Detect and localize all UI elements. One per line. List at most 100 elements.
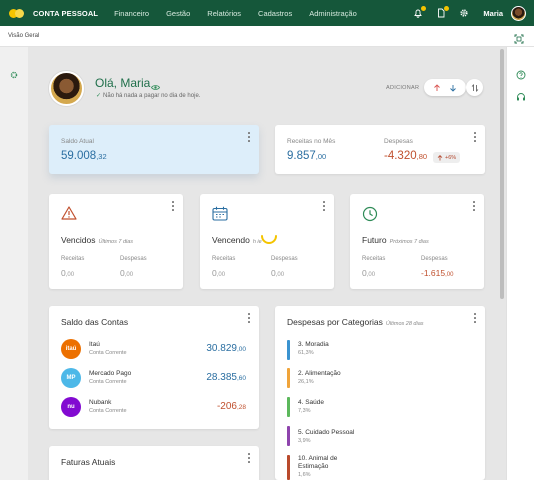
nav-gestao[interactable]: Gestão [166,9,190,18]
check-icon: ✓ [96,93,102,99]
despesas-label: Despesas [384,138,413,145]
account-type: Conta Corrente [89,379,127,385]
mercado-pago-logo: MP [61,368,81,388]
account-name[interactable]: Nubank [89,399,111,406]
vencendo-card[interactable]: Vencendo h ie Receitas Despesas 0,00 0,00 [200,194,334,289]
gear-icon[interactable] [458,7,470,19]
category-color-bar [287,426,290,446]
greeting-subtitle: ✓ Não há nada a pagar no dia de hoje. [96,92,200,99]
transfer-button[interactable] [466,79,483,96]
left-rail [0,47,28,480]
account-type: Conta Corrente [89,408,127,414]
saldo-value: 59.008,32 [61,150,107,162]
brand-name[interactable]: CONTA PESSOAL [33,9,98,18]
add-income-button[interactable] [433,79,441,97]
vencendo-title: Vencendo h ie [212,235,262,245]
greeting-title: Olá, Maria [95,76,151,90]
itau-logo: itaú [61,339,81,359]
despesas-label: Despesas [421,256,448,262]
nav-financeiro[interactable]: Financeiro [114,9,149,18]
user-name[interactable]: Maria [483,9,503,18]
app-logo[interactable] [9,8,24,18]
help-icon[interactable] [516,67,526,80]
nav-relatorios[interactable]: Relatórios [207,9,241,18]
futuro-title: Futuro Próximos 7 dias [362,235,429,245]
nav-cadastros[interactable]: Cadastros [258,9,292,18]
scrollbar[interactable] [500,49,504,299]
user-avatar[interactable] [511,5,526,21]
category-name[interactable]: 4. Saúde [298,399,324,407]
category-percent: 26,1% [298,379,314,385]
categorias-title: Despesas por Categorias Últimos 28 dias [287,317,424,327]
vencidos-card[interactable]: Vencidos Últimos 7 dias Receitas Despesas… [49,194,183,289]
category-percent: 7,3% [298,408,311,414]
document-icon[interactable] [435,6,450,19]
despesas-label: Despesas [120,256,147,262]
category-name[interactable]: 2. Alimentação [298,370,341,378]
receitas-value: 0,00 [61,268,75,278]
bell-icon[interactable] [412,6,427,19]
despesas-value: 0,00 [271,268,285,278]
greeting-subtitle-text: Não há nada a pagar no dia de hoje. [103,93,201,99]
category-percent: 1,6% [298,472,311,478]
receitas-label: Receitas no Mês [287,138,336,145]
category-percent: 61,3% [298,350,314,356]
loading-spinner [260,232,278,251]
category-name[interactable]: 3. Moradia [298,341,329,349]
category-name[interactable]: 5. Cuidado Pessoal [298,429,354,437]
futuro-card[interactable]: Futuro Próximos 7 dias Receitas Despesas … [350,194,484,289]
category-color-bar [287,368,290,388]
saldo-atual-card[interactable]: Saldo Atual 59.008,32 [49,125,259,174]
more-icon[interactable] [247,453,251,463]
despesas-value: 0,00 [120,268,134,278]
headset-icon[interactable] [516,89,526,101]
add-buttons [424,79,466,96]
receitas-label: Receitas [362,256,386,262]
nav-administracao[interactable]: Administração [309,9,357,18]
more-icon[interactable] [473,132,477,142]
clock-icon [362,206,378,227]
main-nav: Financeiro Gestão Relatórios Cadastros A… [114,9,374,18]
customize-icon[interactable] [9,67,19,79]
account-balance: 30.829,00 [206,343,246,354]
category-name[interactable]: 10. Animal de Estimação [298,455,368,471]
more-icon[interactable] [473,313,477,323]
receitas-label: Receitas [212,256,236,262]
calendar-icon [212,206,228,226]
category-percent: 3,9% [298,438,311,444]
account-balance: 28.385,60 [206,372,246,383]
more-icon[interactable] [322,201,326,211]
add-label: ADICIONAR [386,85,420,91]
arrow-up-icon [437,154,443,160]
receitas-mes-card[interactable]: Receitas no Mês 9.857,00 Despesas -4.320… [275,125,485,174]
more-icon[interactable] [247,132,251,142]
transfer-icon [471,83,478,92]
breadcrumb-bar: Visão Geral [0,26,534,47]
add-expense-button[interactable] [449,79,457,97]
account-type: Conta Corrente [89,350,127,356]
receitas-value: 0,00 [362,268,376,278]
category-color-bar [287,397,290,417]
faturas-title: Faturas Atuais [61,457,116,467]
faturas-card: Faturas Atuais [49,446,259,480]
account-balance: -206,28 [216,401,246,412]
receitas-value: 9.857,00 [287,150,327,162]
profile-avatar[interactable] [49,71,84,106]
account-name[interactable]: Itaú [89,341,100,348]
despesas-label: Despesas [271,256,298,262]
warning-icon [61,206,77,225]
more-icon[interactable] [247,313,251,323]
receitas-label: Receitas [61,256,85,262]
more-icon[interactable] [472,201,476,211]
saldo-contas-title: Saldo das Contas [61,317,129,327]
breadcrumb: Visão Geral [8,33,40,39]
saldo-label: Saldo Atual [61,138,94,145]
right-rail [506,47,534,480]
vencidos-title: Vencidos Últimos 7 dias [61,235,134,245]
change-badge: +6% [433,152,461,163]
account-name[interactable]: Mercado Pago [89,370,131,377]
despesas-value: -4.320,80 [384,150,428,162]
more-icon[interactable] [171,201,175,211]
despesas-value: -1.615,00 [421,268,454,278]
despesas-categorias-card: Despesas por Categorias Últimos 28 dias 3… [275,306,485,480]
